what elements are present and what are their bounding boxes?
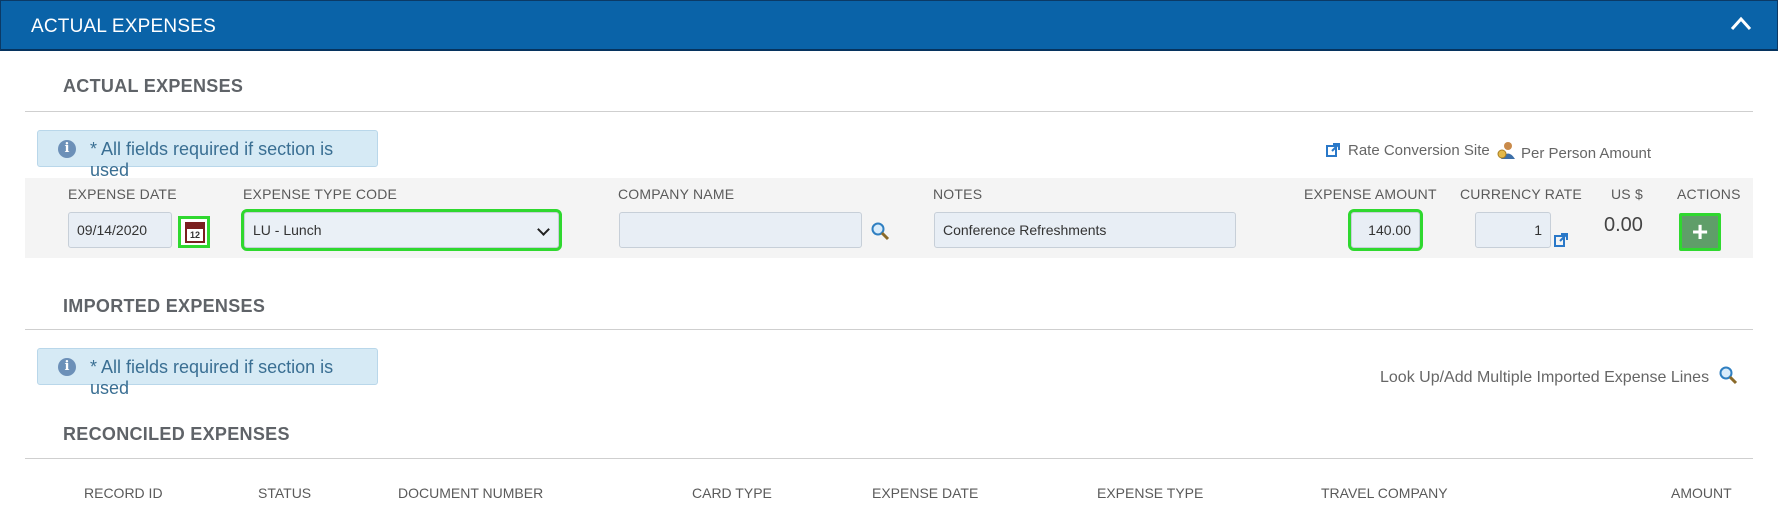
- expense-type-code-label: EXPENSE TYPE CODE: [243, 186, 398, 202]
- imported-info-box: i * All fields required if section is us…: [37, 348, 378, 398]
- col-amount[interactable]: AMOUNT: [1671, 485, 1732, 501]
- col-status[interactable]: STATUS: [258, 485, 311, 501]
- usd-label: US $: [1611, 186, 1643, 202]
- info-icon: i: [58, 140, 76, 158]
- col-document-number[interactable]: DOCUMENT NUMBER: [398, 485, 543, 501]
- info-text: * All fields required if section is used: [90, 139, 334, 180]
- actual-info-box: i * All fields required if section is us…: [37, 130, 378, 180]
- rate-conversion-label: Rate Conversion Site: [1348, 142, 1490, 159]
- currency-rate-field[interactable]: 1: [1475, 212, 1551, 248]
- expense-date-label: EXPENSE DATE: [68, 186, 177, 202]
- expense-amount-label: EXPENSE AMOUNT: [1304, 186, 1437, 202]
- actions-label: ACTIONS: [1677, 186, 1741, 202]
- expense-amount-field[interactable]: 140.00: [1348, 209, 1423, 251]
- currency-rate-label: CURRENCY RATE: [1460, 186, 1582, 202]
- info-text: * All fields required if section is used: [90, 357, 334, 398]
- per-person-amount-link[interactable]: Per Person Amount: [1497, 140, 1651, 162]
- col-record-id[interactable]: RECORD ID: [84, 485, 163, 501]
- divider: [25, 111, 1753, 112]
- chevron-up-icon[interactable]: [1729, 13, 1753, 33]
- add-expense-button[interactable]: +: [1679, 213, 1721, 251]
- lookup-imported-label: Look Up/Add Multiple Imported Expense Li…: [1380, 369, 1710, 386]
- actual-expenses-title: ACTUAL EXPENSES: [63, 76, 244, 96]
- imported-expenses-title: IMPORTED EXPENSES: [63, 296, 266, 316]
- chevron-down-icon: [537, 223, 550, 236]
- external-link-icon: [1326, 143, 1340, 157]
- usd-value: 0.00: [1604, 214, 1643, 236]
- expense-type-select[interactable]: LU - Lunch: [241, 209, 562, 251]
- external-link-icon[interactable]: [1554, 233, 1568, 247]
- reconciled-expenses-title: RECONCILED EXPENSES: [63, 424, 290, 444]
- col-card-type[interactable]: CARD TYPE: [692, 485, 772, 501]
- divider: [25, 329, 1753, 330]
- calendar-day: 12: [189, 230, 200, 240]
- col-travel-company[interactable]: TRAVEL COMPANY: [1321, 485, 1448, 501]
- lookup-imported-link[interactable]: Look Up/Add Multiple Imported Expense Li…: [1380, 365, 1738, 387]
- calendar-button[interactable]: 12: [178, 216, 210, 248]
- panel-title: ACTUAL EXPENSES: [31, 16, 216, 37]
- company-name-field[interactable]: [619, 212, 862, 248]
- expense-date-field[interactable]: 09/14/2020: [68, 212, 172, 248]
- panel-header[interactable]: ACTUAL EXPENSES: [0, 0, 1778, 51]
- expense-type-value: LU - Lunch: [253, 222, 322, 238]
- search-icon: [1719, 366, 1737, 385]
- notes-label: NOTES: [933, 186, 983, 202]
- person-coins-icon: [1497, 142, 1515, 159]
- col-expense-date[interactable]: EXPENSE DATE: [872, 485, 978, 501]
- info-icon: i: [58, 358, 76, 376]
- search-icon[interactable]: [870, 221, 890, 241]
- plus-icon: +: [1691, 216, 1709, 247]
- calendar-icon: 12: [185, 222, 205, 243]
- per-person-label: Per Person Amount: [1521, 145, 1652, 162]
- divider: [25, 458, 1753, 459]
- notes-field[interactable]: Conference Refreshments: [934, 212, 1236, 248]
- col-expense-type[interactable]: EXPENSE TYPE: [1097, 485, 1203, 501]
- rate-conversion-link[interactable]: Rate Conversion Site: [1326, 142, 1490, 159]
- company-name-label: COMPANY NAME: [618, 186, 735, 202]
